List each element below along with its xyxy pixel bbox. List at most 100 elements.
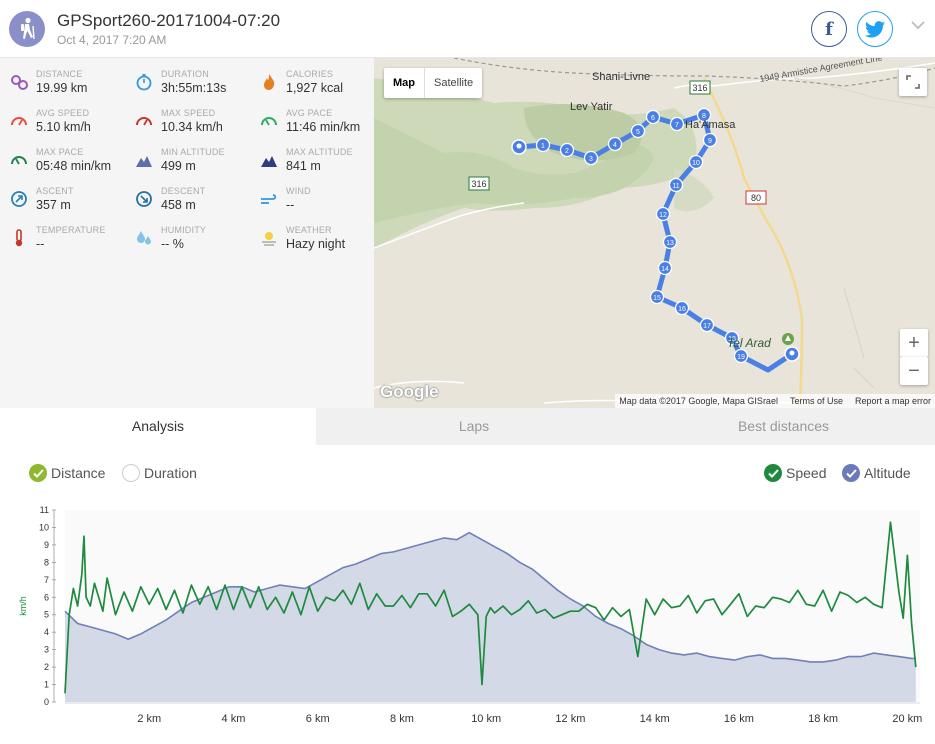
wind-icon [261, 194, 277, 204]
waypoint-number: 12 [659, 212, 667, 219]
waypoint-marker[interactable]: 10 [688, 154, 704, 170]
twitter-share-button[interactable] [857, 11, 893, 47]
descent-icon [136, 191, 152, 207]
stat-label: WEATHER [286, 225, 332, 235]
waypoint-marker[interactable]: 19 [733, 348, 749, 364]
waypoint-number: 19 [737, 354, 745, 361]
facebook-icon: f [825, 18, 833, 40]
speed-toggle[interactable]: Speed [764, 464, 826, 482]
map-canvas[interactable]: 12345678910111213141516171819 Shani-Livn… [374, 58, 935, 408]
stat-label: CALORIES [286, 69, 334, 79]
road-shield: 316 [689, 80, 711, 95]
stat-value: 499 m [161, 159, 196, 173]
waypoint-number: 14 [661, 266, 669, 273]
tab-best-distances[interactable]: Best distances [632, 408, 935, 445]
route-map[interactable]: 1 2 3 4 5 6 7 8 9 10 11 12 13 14 15 16 17 18 19 Shani-Livn… [374, 58, 935, 408]
distance-toggle-label: Distance [51, 465, 106, 481]
stat-value: -- [36, 237, 45, 251]
y-tick-label: 6 [44, 592, 49, 602]
stat-value: Hazy night [286, 237, 346, 251]
stat-calories: CALORIES 1,927 kcal [260, 69, 382, 103]
hiker-icon [21, 17, 35, 40]
map-type-map-button[interactable]: Map [384, 68, 425, 98]
stat-value: -- [286, 198, 295, 212]
analysis-tabs: Analysis Laps Best distances [0, 408, 935, 445]
gauge-icon [11, 156, 27, 165]
report-error-link[interactable]: Report a map error [855, 396, 931, 406]
speed-altitude-chart[interactable]: 0 1 2 3 4 5 6 7 8 9 10 11 km/h 2 km 4 km 6 km 8 km 10 km 1… [0, 495, 935, 744]
stat-value: 357 m [36, 198, 71, 212]
facebook-share-button[interactable]: f [811, 11, 847, 47]
end-marker-icon[interactable] [784, 346, 800, 362]
waypoint-number: 9 [708, 138, 712, 145]
map-footer: Map data ©2017 Google, Mapa GISrael Term… [615, 394, 935, 408]
duration-toggle[interactable]: Duration [122, 464, 197, 482]
waypoint-marker[interactable]: 16 [674, 300, 690, 316]
tab-laps[interactable]: Laps [316, 408, 632, 445]
distance-toggle[interactable]: Distance [29, 464, 105, 482]
stats-panel: DISTANCE 19.99 km DURATION 3h:55m:13s CALORI… [0, 58, 374, 408]
place-label: Lev Yatir [570, 101, 613, 113]
stat-value: 05:48 min/km [36, 159, 112, 173]
x-tick-label: 14 km [640, 713, 670, 725]
waypoint-marker[interactable]: 3 [583, 150, 599, 166]
map-attribution: Map data ©2017 Google, Mapa GISrael [619, 396, 778, 406]
start-marker-icon[interactable] [511, 139, 527, 155]
x-tick-label: 20 km [892, 713, 922, 725]
waypoint-marker[interactable]: 4 [607, 136, 623, 152]
waypoint-number: 15 [653, 295, 661, 302]
terms-link[interactable]: Terms of Use [790, 396, 843, 406]
unchecked-circle-icon [122, 464, 140, 482]
gauge-icon [261, 117, 277, 126]
stat-label: MAX SPEED [161, 108, 216, 118]
stat-value: 841 m [286, 159, 321, 173]
x-tick-label: 18 km [808, 713, 838, 725]
place-label: Shani-Livne [592, 71, 650, 83]
tab-analysis[interactable]: Analysis [0, 408, 316, 445]
waypoint-marker[interactable]: 15 [649, 289, 665, 305]
waypoint-marker[interactable]: 7 [669, 116, 685, 132]
chevron-down-icon[interactable] [911, 20, 925, 30]
y-tick-label: 7 [44, 575, 49, 585]
waypoint-marker[interactable]: 1 [535, 137, 551, 153]
stat-label: AVG PACE [286, 108, 333, 118]
stat-min-altitude: MIN ALTITUDE 499 m [135, 147, 257, 181]
stat-value: -- % [161, 237, 184, 251]
fullscreen-button[interactable] [899, 68, 927, 96]
fullscreen-icon [906, 75, 920, 89]
check-icon [764, 464, 782, 482]
x-tick-label: 16 km [724, 713, 754, 725]
waypoint-marker[interactable]: 11 [668, 177, 684, 193]
stat-value: 11:46 min/km [286, 120, 361, 134]
waypoint-marker[interactable]: 14 [657, 260, 673, 276]
waypoint-number: 13 [666, 240, 674, 247]
stat-wind: WIND -- [260, 186, 382, 220]
altitude-toggle[interactable]: Altitude [842, 464, 911, 482]
waypoint-number: 10 [692, 160, 700, 167]
zoom-out-button[interactable]: − [900, 357, 928, 385]
svg-text:80: 80 [751, 193, 761, 203]
waypoint-marker[interactable]: 13 [662, 234, 678, 250]
waypoint-marker[interactable]: 5 [630, 123, 646, 139]
waypoint-marker[interactable]: 17 [699, 317, 715, 333]
activity-title: GPSport260-20171004-07:20 [57, 11, 281, 30]
waypoint-number: 17 [703, 323, 711, 330]
thermometer-icon [15, 229, 23, 247]
waypoint-marker[interactable]: 12 [655, 206, 671, 222]
map-type-satellite-button[interactable]: Satellite [425, 68, 482, 98]
stat-value: 3h:55m:13s [161, 81, 227, 95]
road-shield: 80 [745, 190, 767, 205]
waypoint-marker[interactable]: 2 [559, 142, 575, 158]
stat-label: DISTANCE [36, 69, 83, 79]
speedometer-icon [136, 117, 152, 126]
waypoint-marker[interactable]: 6 [645, 109, 661, 125]
stat-label: MAX ALTITUDE [286, 147, 353, 157]
duration-toggle-label: Duration [144, 465, 197, 481]
speedometer-icon [11, 117, 27, 126]
droplets-icon [137, 231, 151, 245]
zoom-in-button[interactable]: + [900, 329, 928, 357]
stat-label: MAX PACE [36, 147, 84, 157]
waypoint-marker[interactable]: 9 [702, 132, 718, 148]
stat-avg-speed: AVG SPEED 5.10 km/h [10, 108, 132, 142]
twitter-icon [865, 20, 885, 37]
